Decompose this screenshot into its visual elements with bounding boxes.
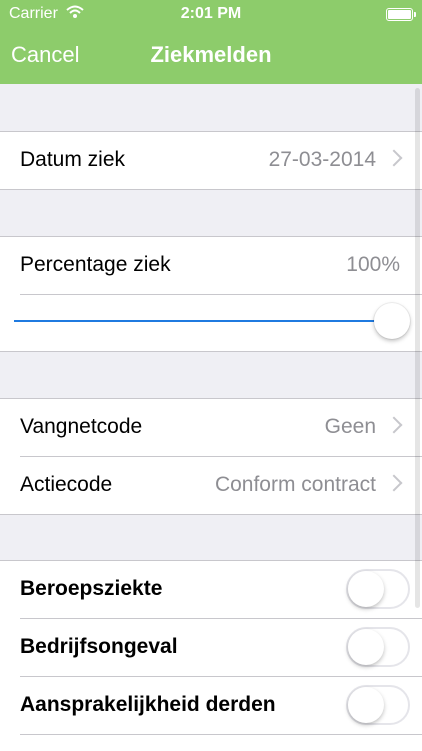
row-percentage-ziek: Percentage ziek 100% bbox=[0, 237, 422, 294]
row-datum-ziek[interactable]: Datum ziek 27-03-2014 bbox=[0, 132, 422, 189]
slider-track[interactable] bbox=[14, 320, 388, 322]
chevron-right-icon bbox=[385, 416, 403, 434]
vangnetcode-value: Geen bbox=[324, 415, 376, 438]
datum-label: Datum ziek bbox=[20, 148, 126, 171]
section-toggles: Beroepsziekte Bedrijfsongeval Aansprakel… bbox=[0, 560, 422, 751]
chevron-right-icon bbox=[385, 149, 403, 167]
beroepsziekte-toggle[interactable] bbox=[346, 569, 410, 609]
datum-value: 27-03-2014 bbox=[268, 148, 376, 171]
row-actiecode[interactable]: Actiecode Conform contract bbox=[0, 457, 422, 514]
beroepsziekte-label: Beroepsziekte bbox=[20, 577, 163, 600]
actiecode-label: Actiecode bbox=[20, 473, 113, 496]
aansprakelijkheid-derden-toggle[interactable] bbox=[346, 685, 410, 725]
slider-thumb[interactable] bbox=[374, 303, 410, 339]
vangnetcode-label: Vangnetcode bbox=[20, 415, 143, 438]
bedrijfsongeval-label: Bedrijfsongeval bbox=[20, 635, 178, 658]
bedrijfsongeval-toggle[interactable] bbox=[346, 627, 410, 667]
chevron-right-icon bbox=[385, 474, 403, 492]
section-date: Datum ziek 27-03-2014 bbox=[0, 131, 422, 190]
percentage-label: Percentage ziek bbox=[20, 253, 171, 276]
navigation-bar: Cancel Ziekmelden bbox=[0, 28, 422, 84]
aansprakelijkheid-derden-label: Aansprakelijkheid derden bbox=[20, 693, 276, 716]
section-codes: Vangnetcode Geen Actiecode Conform contr… bbox=[0, 398, 422, 515]
section-percentage: Percentage ziek 100% bbox=[0, 236, 422, 352]
row-aansprakelijkheid-derden: Aansprakelijkheid derden bbox=[0, 677, 422, 734]
row-bedrijfsongeval: Bedrijfsongeval bbox=[0, 619, 422, 676]
status-bar: Carrier 2:01 PM bbox=[0, 0, 422, 28]
row-beroepsziekte: Beroepsziekte bbox=[0, 561, 422, 618]
row-vangnetcode[interactable]: Vangnetcode Geen bbox=[0, 399, 422, 456]
divider bbox=[20, 734, 422, 735]
status-time: 2:01 PM bbox=[180, 5, 242, 22]
actiecode-value: Conform contract bbox=[214, 473, 376, 496]
battery-icon bbox=[386, 8, 416, 21]
scrollbar[interactable] bbox=[415, 88, 420, 608]
percentage-slider[interactable] bbox=[0, 295, 422, 352]
page-title: Ziekmelden bbox=[150, 42, 272, 67]
percentage-value: 100% bbox=[346, 253, 400, 276]
